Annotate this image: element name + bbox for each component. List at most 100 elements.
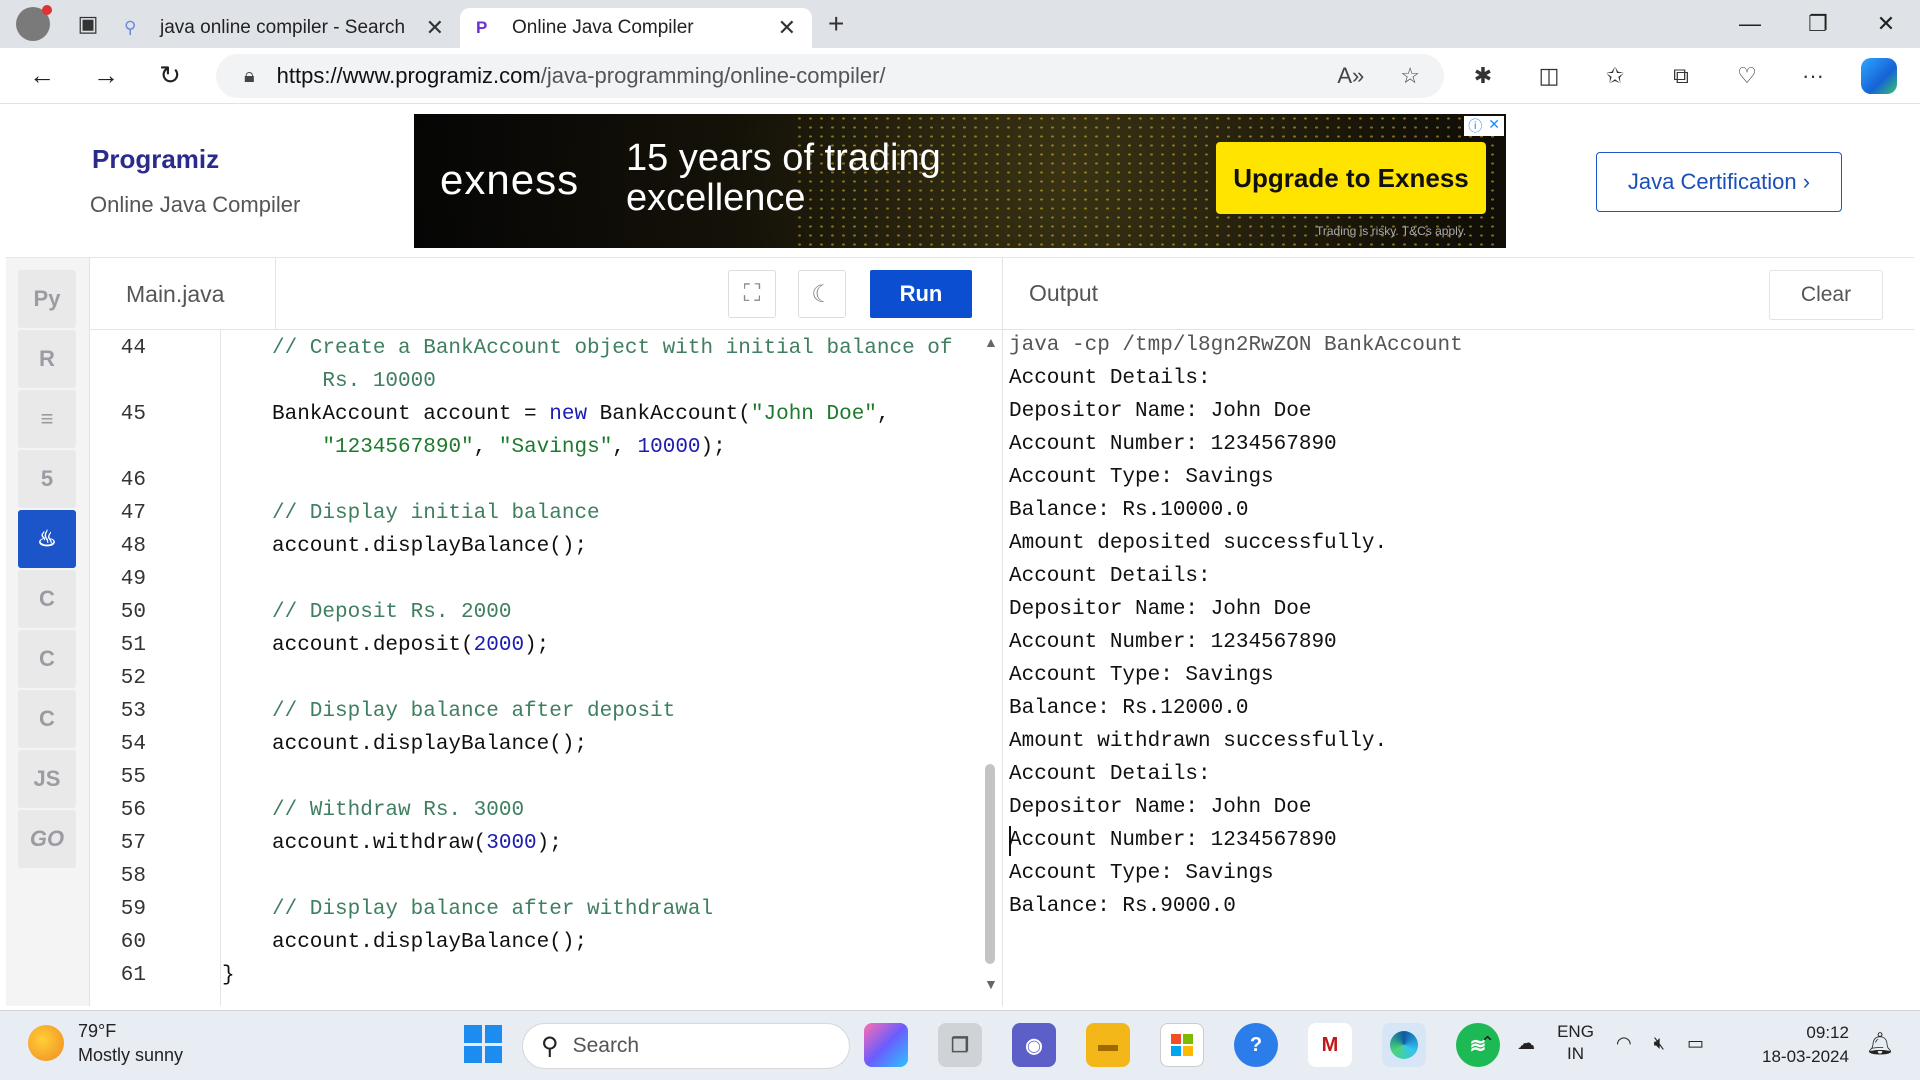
- clock-time: 09:12: [1806, 1023, 1849, 1042]
- collections-icon[interactable]: ⧉: [1663, 58, 1699, 94]
- file-explorer-icon[interactable]: ▬: [1086, 1023, 1130, 1067]
- scroll-up-icon[interactable]: ▲: [984, 334, 998, 350]
- javascript-icon[interactable]: JS: [18, 750, 76, 808]
- ad-cta-button[interactable]: Upgrade to Exness: [1216, 142, 1486, 214]
- code-text: // Deposit Rs. 2000: [272, 601, 512, 624]
- browser-tab-bar: ▣ ⚲ java online compiler - Search ✕ P On…: [0, 0, 1920, 48]
- copilot-pre-app-icon[interactable]: [864, 1023, 908, 1067]
- code-text: }: [222, 964, 235, 987]
- show-hidden-icons-chevron-icon[interactable]: ⌃: [1480, 1033, 1495, 1054]
- close-window-icon[interactable]: ✕: [1852, 0, 1920, 48]
- output-line: Account Number: 1234567890: [1009, 433, 1337, 456]
- onedrive-icon[interactable]: ☁: [1517, 1033, 1535, 1054]
- wifi-icon[interactable]: ◠: [1616, 1033, 1632, 1054]
- url-domain: https://www.programiz.com: [276, 63, 541, 88]
- system-tray: ⌃ ☁ ENG IN ◠ 🔇︎ ▭: [1480, 1021, 1704, 1065]
- line-number: 47: [120, 502, 146, 525]
- advertisement-banner[interactable]: exness 15 years of trading excellence Up…: [414, 114, 1506, 248]
- output-line: Depositor Name: John Doe: [1009, 796, 1312, 819]
- java-icon[interactable]: ♨: [18, 510, 76, 568]
- python-icon[interactable]: Py: [18, 270, 76, 328]
- output-line: Account Details:: [1009, 565, 1211, 588]
- programiz-logo[interactable]: Programiz: [92, 144, 219, 175]
- scroll-down-icon[interactable]: ▼: [984, 976, 998, 992]
- forward-icon[interactable]: →: [84, 54, 128, 98]
- output-header: Output Clear: [1002, 258, 1914, 330]
- favorite-star-icon[interactable]: ☆: [1400, 63, 1420, 89]
- windows-taskbar: 79°F Mostly sunny ⚲ Search ❐ ◉ ▬ ? M ≋ ⌃…: [0, 1010, 1920, 1080]
- profile-avatar[interactable]: [16, 5, 52, 41]
- minimize-icon[interactable]: —: [1716, 0, 1784, 48]
- line-number: 48: [120, 535, 146, 558]
- code-text: BankAccount account = new BankAccount("J…: [272, 403, 890, 426]
- line-number: 58: [120, 865, 146, 888]
- battery-icon[interactable]: ▭: [1687, 1033, 1704, 1054]
- task-view-icon[interactable]: ❐: [938, 1023, 982, 1067]
- ad-close-icon[interactable]: ✕: [1488, 116, 1500, 136]
- input-language[interactable]: ENG IN: [1557, 1021, 1594, 1065]
- weather-widget[interactable]: 79°F Mostly sunny: [28, 1019, 183, 1067]
- run-button[interactable]: Run: [870, 270, 972, 318]
- restore-icon[interactable]: ❐: [1784, 0, 1852, 48]
- sql-icon[interactable]: ≡: [18, 390, 76, 448]
- ad-disclaimer: Trading is risky. T&Cs apply.: [1316, 224, 1467, 238]
- line-number: 54: [120, 733, 146, 756]
- csharp-icon[interactable]: C: [18, 690, 76, 748]
- language-sidebar: Py R ≡ 5 ♨ C C C JS GO: [6, 258, 90, 1006]
- help-app-icon[interactable]: ?: [1234, 1023, 1278, 1067]
- file-tab-main-java[interactable]: Main.java: [90, 258, 276, 330]
- code-editor[interactable]: 44 // Create a BankAccount object with in…: [90, 330, 986, 1006]
- teams-chat-icon[interactable]: ◉: [1012, 1023, 1056, 1067]
- clear-button[interactable]: Clear: [1769, 270, 1883, 320]
- output-line: Depositor Name: John Doe: [1009, 400, 1312, 423]
- output-console[interactable]: java -cp /tmp/l8gn2RwZON BankAccount Acco…: [1002, 330, 1914, 1006]
- favorites-icon[interactable]: ✩: [1597, 58, 1633, 94]
- language-code: ENG: [1557, 1022, 1594, 1041]
- more-menu-icon[interactable]: ···: [1795, 58, 1831, 94]
- cpp-icon[interactable]: C: [18, 630, 76, 688]
- browser-toolbar: ✱ ◫ ✩ ⧉ ♡ ···: [1465, 48, 1897, 104]
- volume-muted-icon[interactable]: 🔇︎: [1654, 1033, 1665, 1054]
- taskbar-search[interactable]: ⚲ Search: [522, 1023, 850, 1069]
- close-icon[interactable]: ✕: [778, 15, 796, 41]
- system-clock[interactable]: 09:12 18-03-2024: [1762, 1021, 1849, 1069]
- editor-scrollbar[interactable]: ▲ ▼: [982, 330, 1002, 1006]
- url-input[interactable]: 🔒︎ https://www.programiz.com/java-progra…: [216, 54, 1444, 98]
- ad-choices[interactable]: ⓘ ✕: [1464, 116, 1504, 136]
- notification-bell-icon[interactable]: 🔔︎: [1866, 1031, 1894, 1057]
- fullscreen-icon[interactable]: ⛶: [728, 270, 776, 318]
- scrollbar-thumb[interactable]: [985, 764, 995, 964]
- code-text: account.displayBalance();: [272, 931, 588, 954]
- new-tab-icon[interactable]: +: [828, 8, 844, 40]
- read-aloud-icon[interactable]: A»: [1337, 63, 1364, 89]
- indent-guide: [220, 330, 221, 1006]
- code-text: // Withdraw Rs. 3000: [272, 799, 525, 822]
- go-icon[interactable]: GO: [18, 810, 76, 868]
- code-text: // Display balance after deposit: [272, 700, 676, 723]
- c-icon[interactable]: C: [18, 570, 76, 628]
- tab-online-java-compiler[interactable]: P Online Java Compiler ✕: [460, 8, 812, 48]
- windows-start-icon[interactable]: [464, 1025, 502, 1063]
- edge-browser-icon[interactable]: [1382, 1023, 1426, 1067]
- window-controls: — ❐ ✕: [1716, 0, 1920, 48]
- mcafee-icon[interactable]: M: [1308, 1023, 1352, 1067]
- microsoft-store-icon[interactable]: [1160, 1023, 1204, 1067]
- ad-info-icon[interactable]: ⓘ: [1468, 116, 1482, 136]
- code-text: // Display balance after withdrawal: [272, 898, 714, 921]
- code-text: account.withdraw(3000);: [272, 832, 562, 855]
- line-number: 52: [120, 667, 146, 690]
- r-icon[interactable]: R: [18, 330, 76, 388]
- refresh-icon[interactable]: ↻: [148, 54, 192, 98]
- back-icon[interactable]: ←: [20, 54, 64, 98]
- dark-mode-icon[interactable]: ☾: [798, 270, 846, 318]
- extensions-icon[interactable]: ✱: [1465, 58, 1501, 94]
- split-screen-icon[interactable]: ◫: [1531, 58, 1567, 94]
- output-line: Account Details:: [1009, 763, 1211, 786]
- tab-search[interactable]: ⚲ java online compiler - Search ✕: [108, 8, 460, 48]
- html5-icon[interactable]: 5: [18, 450, 76, 508]
- tab-actions-icon[interactable]: ▣: [68, 4, 108, 44]
- browser-essentials-icon[interactable]: ♡: [1729, 58, 1765, 94]
- close-icon[interactable]: ✕: [426, 15, 444, 41]
- java-certification-button[interactable]: Java Certification ›: [1596, 152, 1842, 212]
- copilot-icon[interactable]: [1861, 58, 1897, 94]
